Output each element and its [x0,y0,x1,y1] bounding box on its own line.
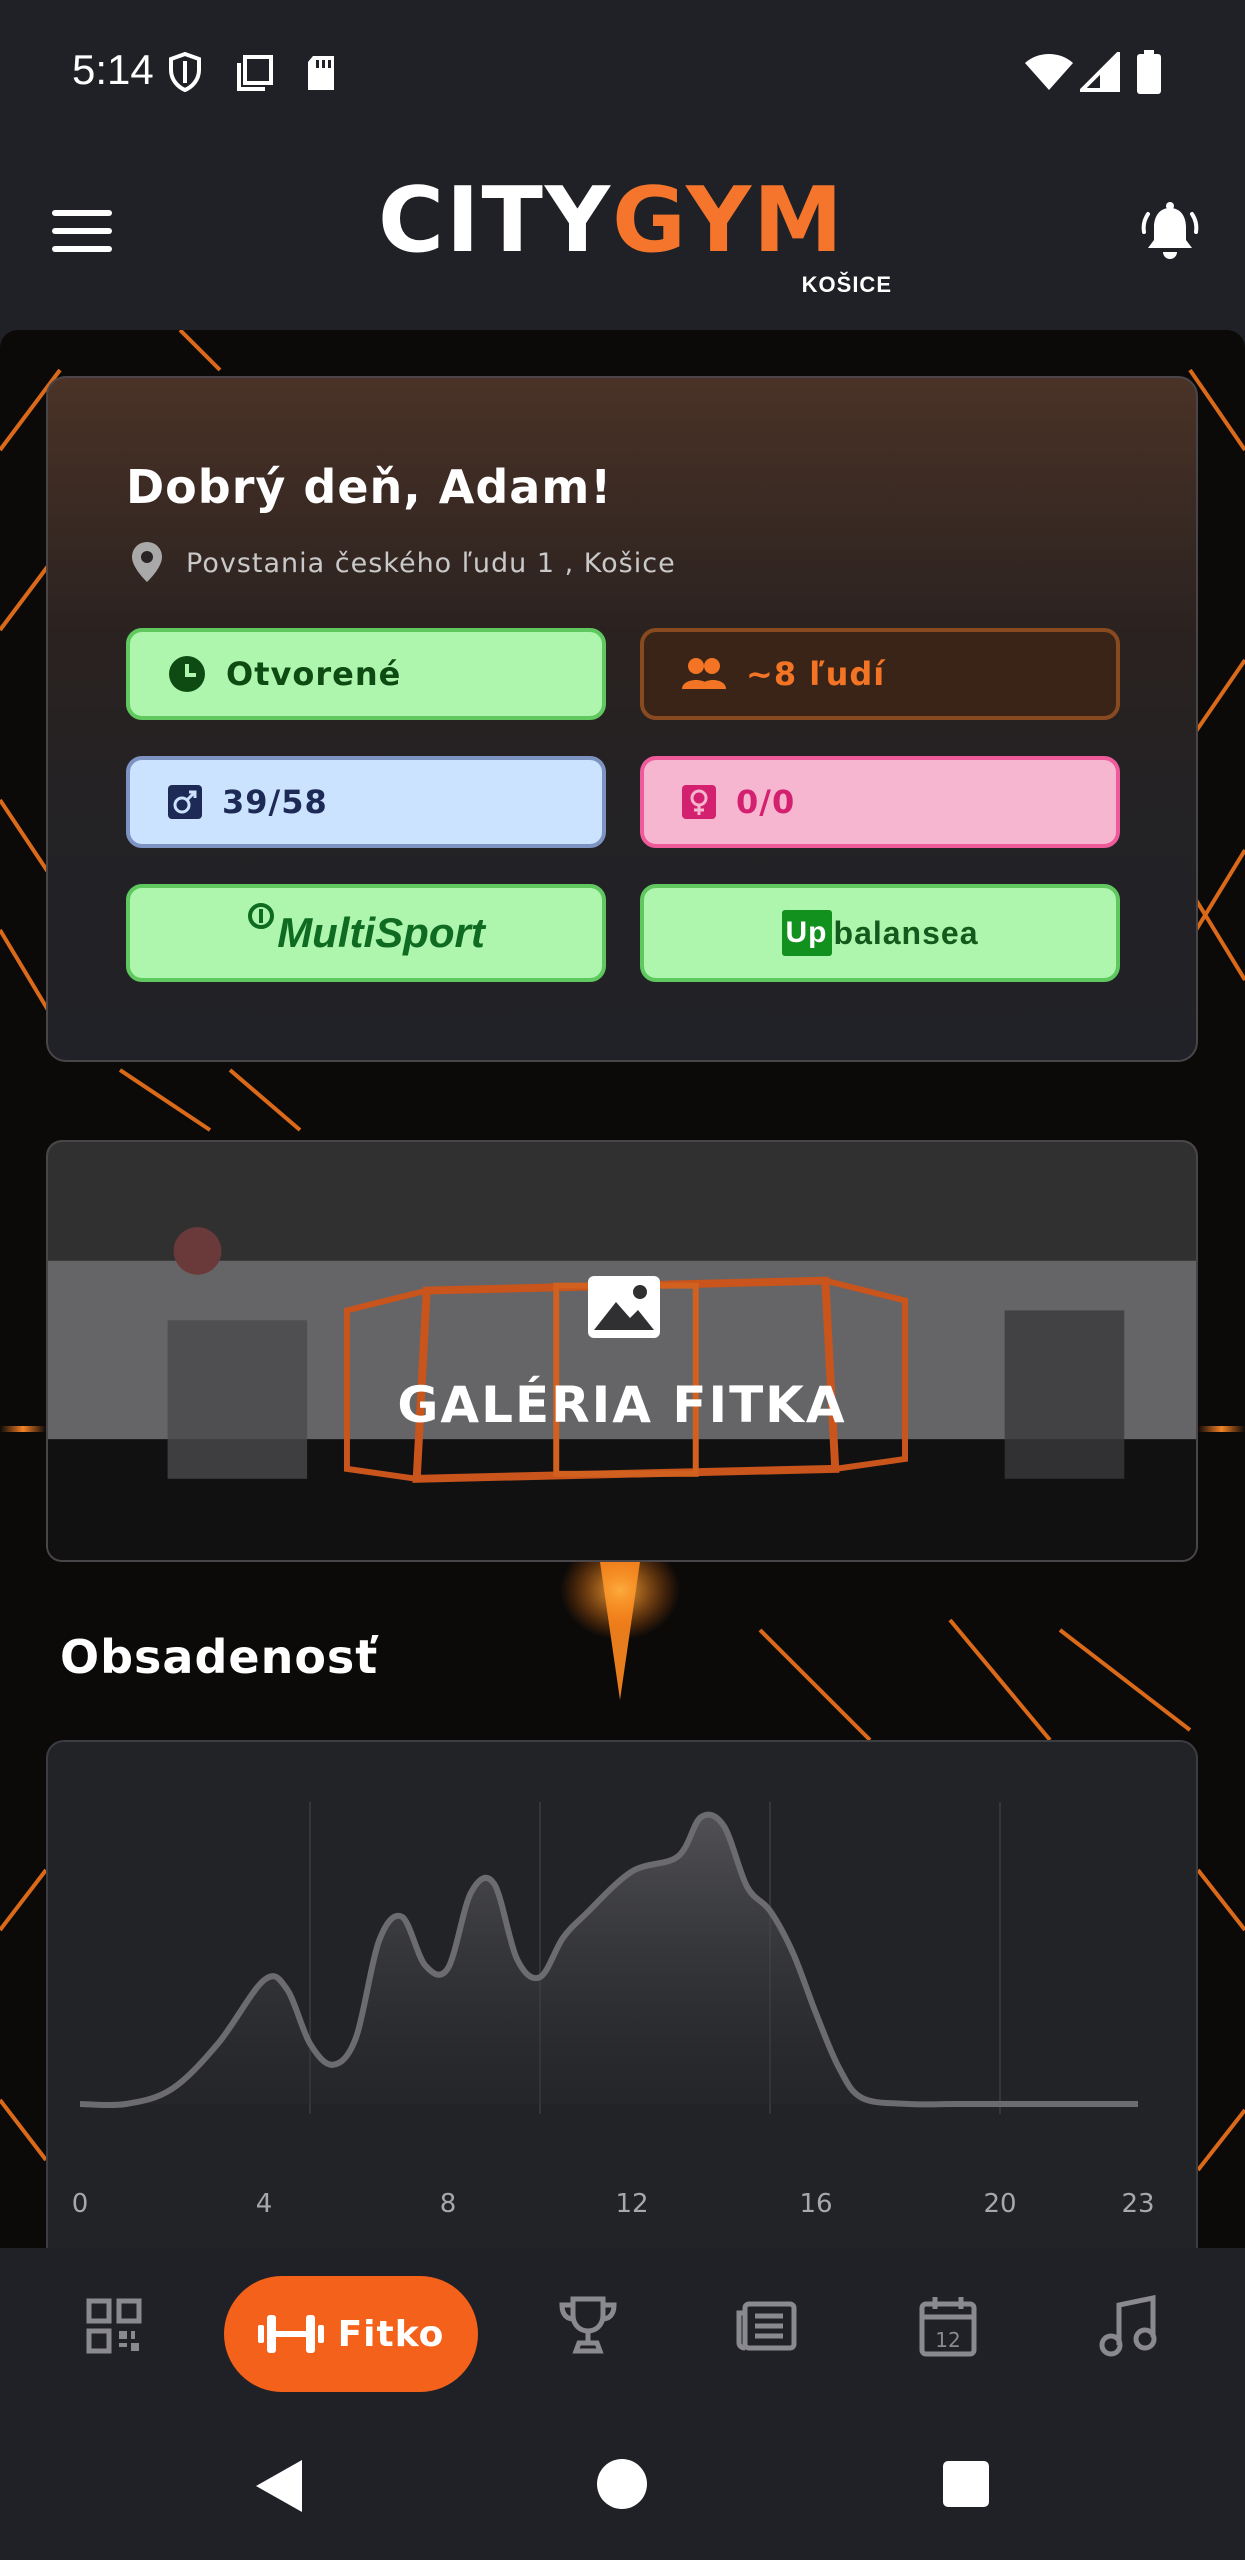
greeting-text: Dobrý deň, Adam! [126,460,613,514]
x-tick-label: 0 [72,2189,89,2219]
qr-code-icon [86,2298,142,2354]
notifications-button[interactable] [1140,200,1200,264]
balansea-label: balansea [833,914,979,951]
nav-fitko[interactable]: Fitko [224,2276,478,2392]
occupancy-chart: 0 4 8 12 16 20 23 [46,1740,1198,2248]
menu-line [52,228,112,234]
open-status-label: Otvorené [226,655,402,693]
nav-qr-code[interactable] [78,2290,150,2362]
gym-info-card: Dobrý deň, Adam! Povstania českého ľudu … [46,376,1198,1062]
wifi-icon [1025,54,1073,90]
female-locker-count: 0/0 [736,783,796,821]
system-navigation-bar [0,2408,1245,2560]
multisport-partner-button[interactable]: MultiSport [126,884,606,982]
x-tick-label: 20 [983,2189,1016,2219]
nav-fitko-label: Fitko [337,2313,445,2355]
bottom-navigation: Fitko 12 [0,2248,1245,2408]
x-tick-label: 4 [256,2189,273,2219]
x-tick-label: 16 [799,2189,832,2219]
open-status-badge: Otvorené [126,628,606,720]
calendar-day: 12 [935,2328,960,2352]
male-icon [168,785,202,819]
nav-music[interactable] [1092,2290,1164,2362]
sd-card-icon [308,56,334,90]
x-tick-label: 23 [1121,2189,1154,2219]
logo-city-subtitle: KOŠICE [801,272,892,297]
status-bar: 5:14 [0,0,1245,140]
up-balansea-partner-button[interactable]: Up balansea [640,884,1120,982]
nav-calendar[interactable]: 12 [912,2290,984,2362]
occupancy-area [80,1814,1138,2106]
up-logo-box: Up [781,910,832,956]
gym-gallery-banner[interactable]: GALÉRIA FITKA [46,1140,1198,1562]
screenshot-icon [237,55,273,91]
menu-line [52,210,112,216]
male-locker-count: 39/58 [222,783,328,821]
citygym-logo: CITYGYM KOŠICE [378,176,898,298]
music-note-icon [1099,2295,1157,2357]
signal-icon [1080,52,1120,92]
logo-gym-text: GYM [612,168,845,273]
battery-icon [1137,50,1161,94]
x-tick-label: 8 [440,2189,457,2219]
gallery-label: GALÉRIA FITKA [397,1376,847,1434]
logo-city-text: CITY [378,168,613,273]
nav-challenges[interactable] [552,2290,624,2362]
people-count-label: ~8 ľudí [746,655,886,693]
x-tick-label: 12 [615,2189,648,2219]
calendar-icon: 12 [919,2297,977,2357]
female-locker-badge: 0/0 [640,756,1120,848]
gym-photo [48,1142,1196,1560]
trophy-icon [559,2296,617,2354]
people-icon [682,657,726,691]
image-icon [588,1276,660,1338]
app-header: CITYGYM KOŠICE [0,140,1245,330]
back-button[interactable] [252,2458,306,2514]
location-pin-icon [132,542,162,582]
people-count-badge: ~8 ľudí [640,628,1120,720]
occupancy-chart-svg: 0 4 8 12 16 20 23 [72,1802,1155,2219]
shield-icon [169,52,201,92]
male-locker-badge: 39/58 [126,756,606,848]
female-icon [682,785,716,819]
main-content: Dobrý deň, Adam! Povstania českého ľudu … [0,330,1245,2248]
recents-button[interactable] [942,2460,990,2508]
gym-address: Povstania českého ľudu 1 , Košice [186,548,676,579]
occupancy-title: Obsadenosť [60,1630,379,1684]
nav-news[interactable] [730,2290,802,2362]
bell-ringing-icon [1141,202,1199,259]
hamburger-menu-button[interactable] [52,210,112,256]
menu-line [52,246,112,252]
multisport-label: MultiSport [277,909,485,956]
news-icon [736,2301,797,2351]
status-time: 5:14 [72,46,154,93]
dumbbell-icon [257,2315,324,2353]
multisport-logo-icon [248,903,275,929]
clock-icon [168,655,206,693]
home-button[interactable] [596,2458,648,2510]
